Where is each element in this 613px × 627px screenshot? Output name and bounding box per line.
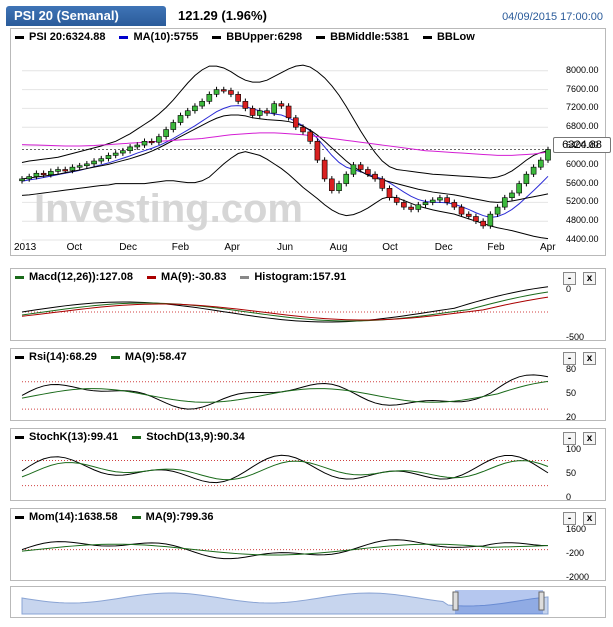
candle-body [343, 173, 350, 184]
candle-body [26, 176, 33, 180]
candle-body [256, 110, 263, 116]
candle-body [307, 131, 314, 142]
candle-body [213, 89, 220, 95]
watermark-logo: Investing.com [34, 187, 303, 231]
candle-body [48, 171, 54, 175]
candle-body [429, 199, 436, 203]
candle-body [98, 158, 105, 162]
indicator-line [21, 291, 549, 322]
candle-body [156, 136, 162, 143]
candle-body [120, 150, 126, 154]
candle-body [357, 164, 364, 170]
candle-body [365, 169, 371, 175]
candle-body [487, 213, 494, 227]
candle-body [33, 172, 40, 177]
candle-body [134, 144, 141, 148]
candle-body [516, 183, 522, 194]
candle-body [415, 204, 422, 210]
candle-body [509, 192, 515, 198]
candle-body [537, 159, 544, 168]
series-line-ma-200- [21, 132, 549, 156]
candle-body [494, 206, 501, 215]
candle-body [62, 169, 69, 172]
candle-body [379, 178, 386, 189]
candle-body [458, 206, 465, 215]
candle-body [321, 159, 328, 180]
candle-body [329, 178, 335, 191]
candle-body [300, 126, 306, 133]
navigator-right-handle [538, 591, 545, 611]
candle-body [55, 169, 61, 172]
candle-body [372, 173, 378, 180]
candle-body [285, 105, 292, 119]
candle-body [220, 89, 227, 92]
candle-body [199, 101, 205, 107]
indicator-line [21, 460, 549, 481]
candle-body [69, 166, 76, 171]
indicator-line [21, 380, 549, 403]
candle-body [141, 141, 148, 146]
candle-body [40, 172, 47, 176]
candle-body [336, 183, 342, 191]
candle-body [184, 110, 191, 116]
candle-body [127, 146, 133, 152]
candle-body [84, 163, 90, 167]
candle-body [19, 178, 25, 182]
candle-body [473, 216, 479, 222]
navigator-selection [455, 590, 543, 614]
candle-body [437, 197, 443, 201]
candle-body [148, 141, 155, 144]
candle-body [105, 155, 112, 159]
candle-body [444, 197, 450, 203]
candle-body [242, 101, 249, 109]
candle-body [112, 152, 119, 156]
candle-body [235, 94, 241, 102]
candle-body [393, 197, 400, 203]
chart-canvas: Investing.com [19, 64, 551, 615]
candle-body [91, 160, 97, 165]
candle-body [278, 103, 285, 107]
candle-body [170, 122, 177, 130]
candle-body [177, 115, 184, 123]
candle-body [401, 202, 407, 208]
candle-body [206, 94, 213, 102]
navigator-left-handle [452, 591, 459, 611]
candle-body [163, 129, 169, 137]
candle-body [228, 90, 234, 95]
candle-body [523, 173, 530, 184]
candle-body [545, 149, 551, 161]
candle-body [314, 141, 321, 161]
candle-body [293, 117, 299, 128]
candle-body [271, 103, 277, 114]
candle-body [465, 213, 472, 217]
candle-body [530, 166, 537, 175]
candle-body [408, 206, 414, 210]
candle-body [386, 188, 393, 199]
candle-body [192, 105, 198, 112]
candle-body [451, 202, 458, 208]
candle-body [76, 165, 83, 168]
candle-body [350, 164, 357, 175]
candle-body [249, 108, 256, 116]
candle-body [480, 220, 486, 227]
candle-body [264, 110, 270, 114]
candle-body [422, 202, 429, 206]
candle-body [501, 197, 508, 208]
